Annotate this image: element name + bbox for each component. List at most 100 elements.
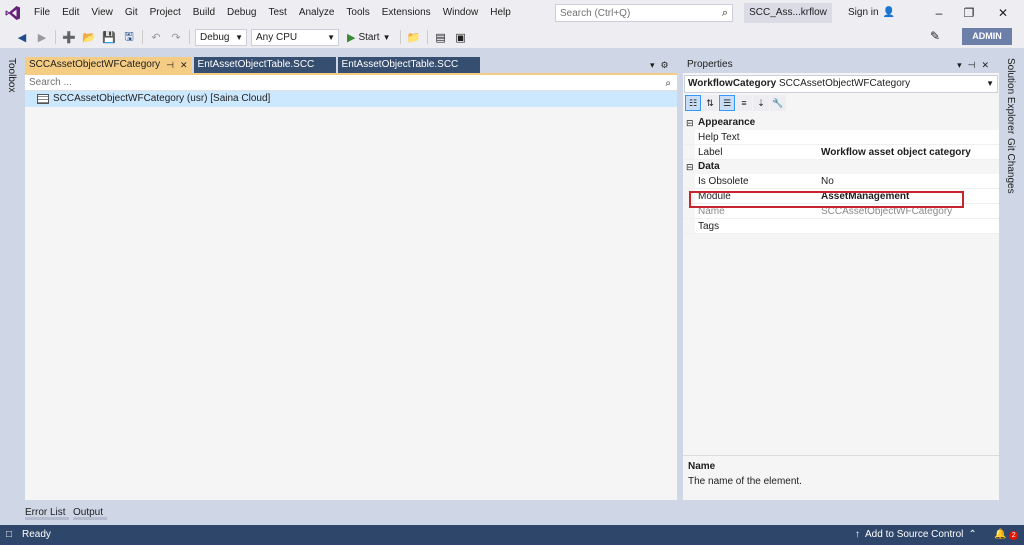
category-data[interactable]: ⊟ Data (683, 160, 999, 174)
sign-in-label: Sign in (848, 7, 879, 18)
close-icon[interactable]: ✕ (981, 60, 995, 70)
menu-edit[interactable]: Edit (56, 0, 85, 26)
toolbox-tab[interactable]: Toolbox (6, 58, 17, 92)
property-row-is-obsolete[interactable]: Is Obsolete No (683, 174, 999, 189)
tree-item-label: SCCAssetObjectWFCategory (usr) [Saina Cl… (53, 93, 271, 104)
status-ready: Ready (22, 529, 51, 540)
feedback-icon[interactable]: ✎ (930, 29, 940, 43)
arrow-up-icon: ↑ (855, 529, 860, 540)
close-button[interactable]: ✕ (988, 0, 1018, 26)
notifications-button[interactable]: 🔔 2 (994, 525, 1019, 545)
property-row-help-text[interactable]: Help Text (683, 130, 999, 145)
tab-error-list[interactable]: Error List (25, 505, 69, 520)
status-bar: □ Ready ↑ Add to Source Control ⌃ 🔔 2 (0, 525, 1024, 545)
categorized-icon[interactable]: ☷ (685, 95, 701, 111)
menu-file[interactable]: File (28, 0, 56, 26)
solution-title: SCC_Ass...krflow (744, 3, 832, 23)
properties-title: Properties (687, 59, 733, 70)
doc-tab-entassetobjecttable-2[interactable]: EntAssetObjectTable.SCC (337, 57, 480, 73)
window-layout-icon[interactable]: ▤ (433, 29, 449, 45)
events-icon[interactable]: ≡ (736, 95, 752, 111)
git-changes-tab[interactable]: Git Changes (1005, 138, 1016, 194)
find-in-files-icon[interactable]: 📁 (406, 29, 422, 45)
admin-badge[interactable]: ADMIN (962, 28, 1012, 45)
object-name: SCCAssetObjectWFCategory (778, 78, 911, 89)
document-tabs: SCCAssetObjectWFCategory ⊣ ✕ EntAssetObj… (25, 57, 677, 73)
designer-search-input[interactable]: Search ... ⌕ (25, 75, 677, 91)
chevron-down-icon: ▼ (382, 32, 391, 42)
wrench-icon[interactable]: 🔧 (770, 95, 786, 111)
configuration-value: Debug (200, 31, 230, 43)
menu-git[interactable]: Git (119, 0, 144, 26)
property-value[interactable]: No (819, 174, 999, 188)
category-appearance[interactable]: ⊟ Appearance (683, 116, 999, 130)
properties-header: Properties ▾⊣✕ (683, 57, 999, 73)
toolbar-separator (399, 30, 401, 44)
open-file-icon[interactable]: 📂 (81, 29, 97, 45)
menu-tools[interactable]: Tools (340, 0, 375, 26)
play-icon: ▶ (347, 31, 356, 44)
menu-help[interactable]: Help (484, 0, 517, 26)
chevron-down-icon[interactable]: ▾ (957, 60, 968, 70)
bottom-tool-tabs: Error List Output (25, 505, 107, 520)
module-highlight-box (689, 191, 964, 208)
start-label: Start (358, 31, 380, 43)
toolbar-separator (142, 30, 143, 44)
add-to-source-control-button[interactable]: ↑ Add to Source Control ⌃ (855, 525, 977, 545)
collapse-icon[interactable]: ⊟ (686, 160, 694, 174)
property-value[interactable]: Workflow asset object category (819, 145, 999, 159)
solution-explorer-tab[interactable]: Solution Explorer (1005, 58, 1016, 134)
menu-view[interactable]: View (85, 0, 119, 26)
property-row-tags[interactable]: Tags (683, 219, 999, 234)
restore-button[interactable]: ❐ (954, 0, 984, 26)
property-row-label[interactable]: Label Workflow asset object category (683, 145, 999, 160)
new-project-icon[interactable]: ➕ (61, 29, 77, 45)
configuration-select[interactable]: Debug ▼ (195, 28, 247, 46)
object-selector[interactable]: WorkflowCategory SCCAssetObjectWFCategor… (684, 75, 998, 93)
menu-extensions[interactable]: Extensions (376, 0, 437, 26)
start-button[interactable]: ▶ Start ▼ (347, 31, 391, 44)
property-description: Name The name of the element. (683, 455, 999, 500)
menu-build[interactable]: Build (187, 0, 221, 26)
alphabetical-icon[interactable]: ⇅ (702, 95, 718, 111)
search-icon[interactable]: ⌕ (665, 76, 671, 91)
pin-icon[interactable]: ⊣ (968, 60, 982, 70)
menu-analyze[interactable]: Analyze (293, 0, 341, 26)
chevron-up-icon: ⌃ (968, 529, 977, 540)
navigate-forward-icon[interactable]: ▶ (34, 29, 50, 45)
menu-window[interactable]: Window (437, 0, 485, 26)
redo-icon[interactable]: ↷ (168, 29, 184, 45)
doc-tab-entassetobjecttable-1[interactable]: EntAssetObjectTable.SCC (193, 57, 336, 73)
tree-item[interactable]: SCCAssetObjectWFCategory (usr) [Saina Cl… (25, 91, 677, 107)
description-title: Name (688, 461, 716, 472)
save-icon[interactable]: 💾 (101, 29, 117, 45)
tab-list-dropdown-icon[interactable]: ▾ (650, 60, 655, 71)
global-search-input[interactable]: Search (Ctrl+Q) ⌕ (555, 4, 733, 22)
property-key: Is Obsolete (683, 174, 819, 188)
person-icon: 👤 (882, 7, 896, 18)
property-value[interactable] (819, 219, 999, 233)
menu-project[interactable]: Project (144, 0, 187, 26)
menu-test[interactable]: Test (262, 0, 292, 26)
doc-tab-sccassetobjectwfcategory[interactable]: SCCAssetObjectWFCategory ⊣ ✕ (25, 57, 192, 73)
property-value[interactable] (819, 130, 999, 144)
visual-studio-logo-icon (0, 0, 26, 26)
platform-value: Any CPU (256, 31, 298, 43)
chevron-down-icon: ▼ (327, 32, 335, 42)
sort-icon[interactable]: ⇣ (753, 95, 769, 111)
pin-icon[interactable]: ⊣ (166, 57, 174, 73)
close-icon[interactable]: ✕ (180, 57, 188, 73)
undo-icon[interactable]: ↶ (148, 29, 164, 45)
save-all-icon[interactable]: 🖫 (121, 29, 137, 45)
tab-output[interactable]: Output (73, 505, 107, 520)
minimize-button[interactable]: – (924, 0, 954, 26)
properties-toolbar: ☷ ⇅ ☰ ≡ ⇣ 🔧 (683, 93, 999, 113)
sign-in-button[interactable]: Sign in 👤 (848, 0, 895, 26)
screenshot-icon[interactable]: ▣ (453, 29, 469, 45)
navigate-back-icon[interactable]: ◀ (14, 29, 30, 45)
collapse-icon[interactable]: ⊟ (686, 116, 694, 130)
platform-select[interactable]: Any CPU ▼ (251, 28, 339, 46)
menu-debug[interactable]: Debug (221, 0, 262, 26)
gear-icon[interactable]: ⚙ (661, 60, 669, 71)
properties-icon[interactable]: ☰ (719, 95, 735, 111)
